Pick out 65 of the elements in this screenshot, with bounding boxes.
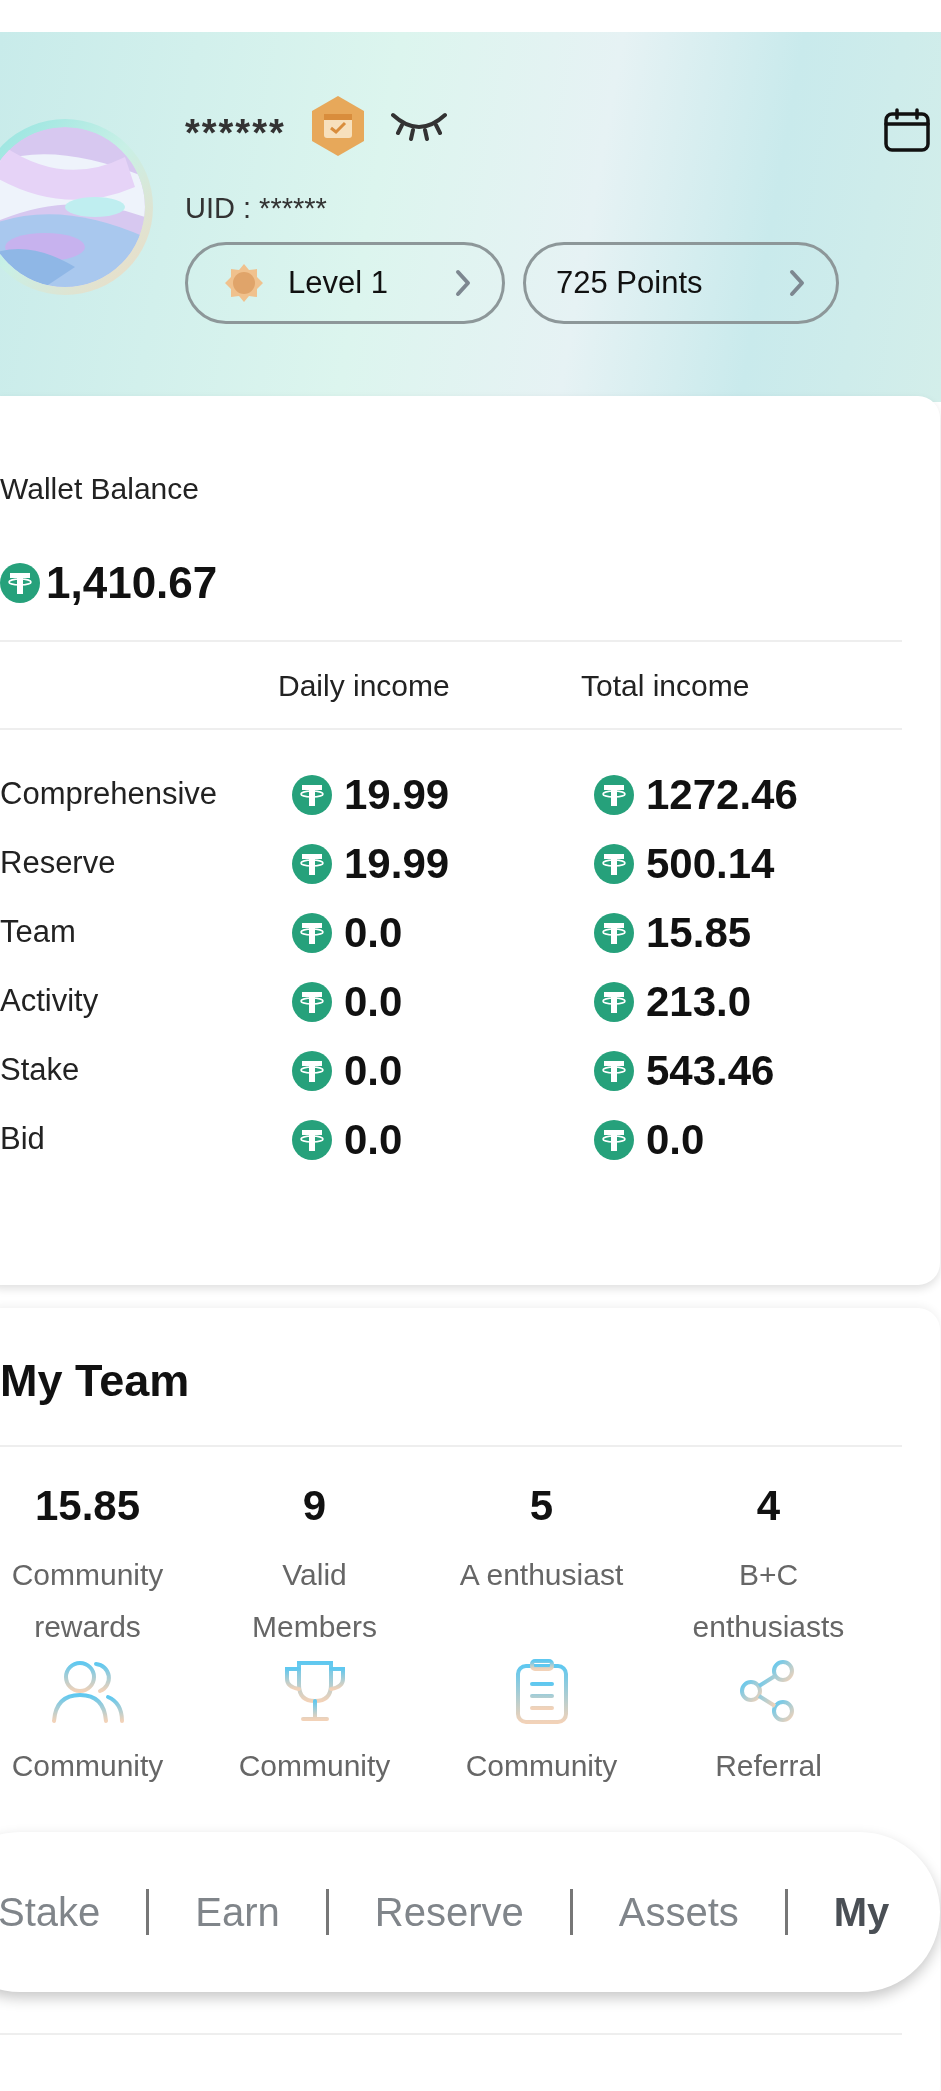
stat-value: 5 bbox=[529, 1485, 554, 1527]
tether-coin-icon bbox=[594, 981, 634, 1022]
closed-eye-icon[interactable] bbox=[389, 111, 448, 141]
level-button[interactable]: Level 1 bbox=[185, 242, 505, 324]
nav-tab[interactable]: My bbox=[833, 1882, 890, 1942]
row-label: Stake bbox=[0, 1051, 81, 1090]
total-income-value: 1272.46 bbox=[646, 770, 798, 820]
row-label: Activity bbox=[0, 982, 100, 1021]
medal-icon bbox=[224, 263, 264, 303]
tether-coin-icon bbox=[292, 981, 332, 1022]
daily-income-value: 19.99 bbox=[344, 770, 450, 820]
stat-value: 4 bbox=[756, 1485, 781, 1527]
tether-coin-icon bbox=[594, 774, 634, 815]
row-label: Team bbox=[0, 913, 77, 952]
daily-income-value: 0.0 bbox=[344, 977, 403, 1027]
stat-label: A enthusiast bbox=[459, 1557, 624, 1593]
tether-coin-icon bbox=[292, 1119, 332, 1160]
row-label: Comprehensive bbox=[0, 775, 219, 814]
tether-coin-icon bbox=[292, 912, 332, 953]
total-income-value: 543.46 bbox=[646, 1046, 775, 1096]
stat-label: Valid Members bbox=[252, 1557, 377, 1645]
tether-coin-icon bbox=[594, 1119, 634, 1160]
uid-text: UID : ****** bbox=[185, 194, 327, 223]
clipboard-icon bbox=[514, 1658, 569, 1724]
chevron-right-icon bbox=[788, 269, 806, 297]
team-link[interactable]: Community bbox=[11, 1743, 164, 1788]
column-header: Daily income bbox=[278, 667, 451, 704]
total-income-value: 213.0 bbox=[646, 977, 752, 1027]
points-button[interactable]: 725 Points bbox=[523, 242, 839, 324]
stat-label: Community rewards bbox=[11, 1557, 164, 1645]
chevron-right-icon bbox=[454, 269, 472, 297]
people-icon bbox=[49, 1659, 126, 1723]
stat-value: 9 bbox=[302, 1485, 327, 1527]
tether-coin-icon bbox=[594, 912, 634, 953]
daily-income-value: 0.0 bbox=[344, 1046, 403, 1096]
balance-amount: 1,410.67 bbox=[46, 557, 218, 609]
total-income-value: 15.85 bbox=[646, 908, 752, 958]
daily-income-value: 0.0 bbox=[344, 908, 403, 958]
nav-tab[interactable]: Reserve bbox=[374, 1882, 524, 1942]
tether-coin-icon bbox=[594, 843, 634, 884]
team-link[interactable]: Community bbox=[238, 1743, 391, 1788]
tether-coin-icon bbox=[292, 843, 332, 884]
tether-coin-icon bbox=[292, 774, 332, 815]
calendar-icon[interactable] bbox=[884, 108, 930, 152]
team-link[interactable]: Referral bbox=[715, 1743, 822, 1788]
nav-tab[interactable]: Assets bbox=[618, 1882, 739, 1942]
total-income-value: 0.0 bbox=[646, 1115, 705, 1165]
stat-label: B+C enthusiasts bbox=[692, 1557, 845, 1645]
user-name: ****** bbox=[185, 111, 286, 152]
wallet-title: Wallet Balance bbox=[0, 471, 200, 504]
section-title: My Team bbox=[0, 1354, 191, 1403]
calendar-badge-icon bbox=[309, 94, 366, 158]
tether-coin-icon bbox=[292, 1050, 332, 1091]
nav-tab[interactable]: Earn bbox=[195, 1882, 280, 1942]
stat-value: 15.85 bbox=[34, 1485, 141, 1527]
tether-coin-icon bbox=[594, 1050, 634, 1091]
nav-tab[interactable]: Stake bbox=[0, 1882, 101, 1942]
daily-income-value: 19.99 bbox=[344, 839, 450, 889]
row-label: Bid bbox=[0, 1120, 46, 1159]
column-header: Total income bbox=[581, 667, 750, 704]
team-link[interactable]: Community bbox=[465, 1743, 618, 1788]
daily-income-value: 0.0 bbox=[344, 1115, 403, 1165]
row-label: Reserve bbox=[0, 844, 117, 883]
total-income-value: 500.14 bbox=[646, 839, 775, 889]
trophy-icon bbox=[282, 1659, 347, 1723]
